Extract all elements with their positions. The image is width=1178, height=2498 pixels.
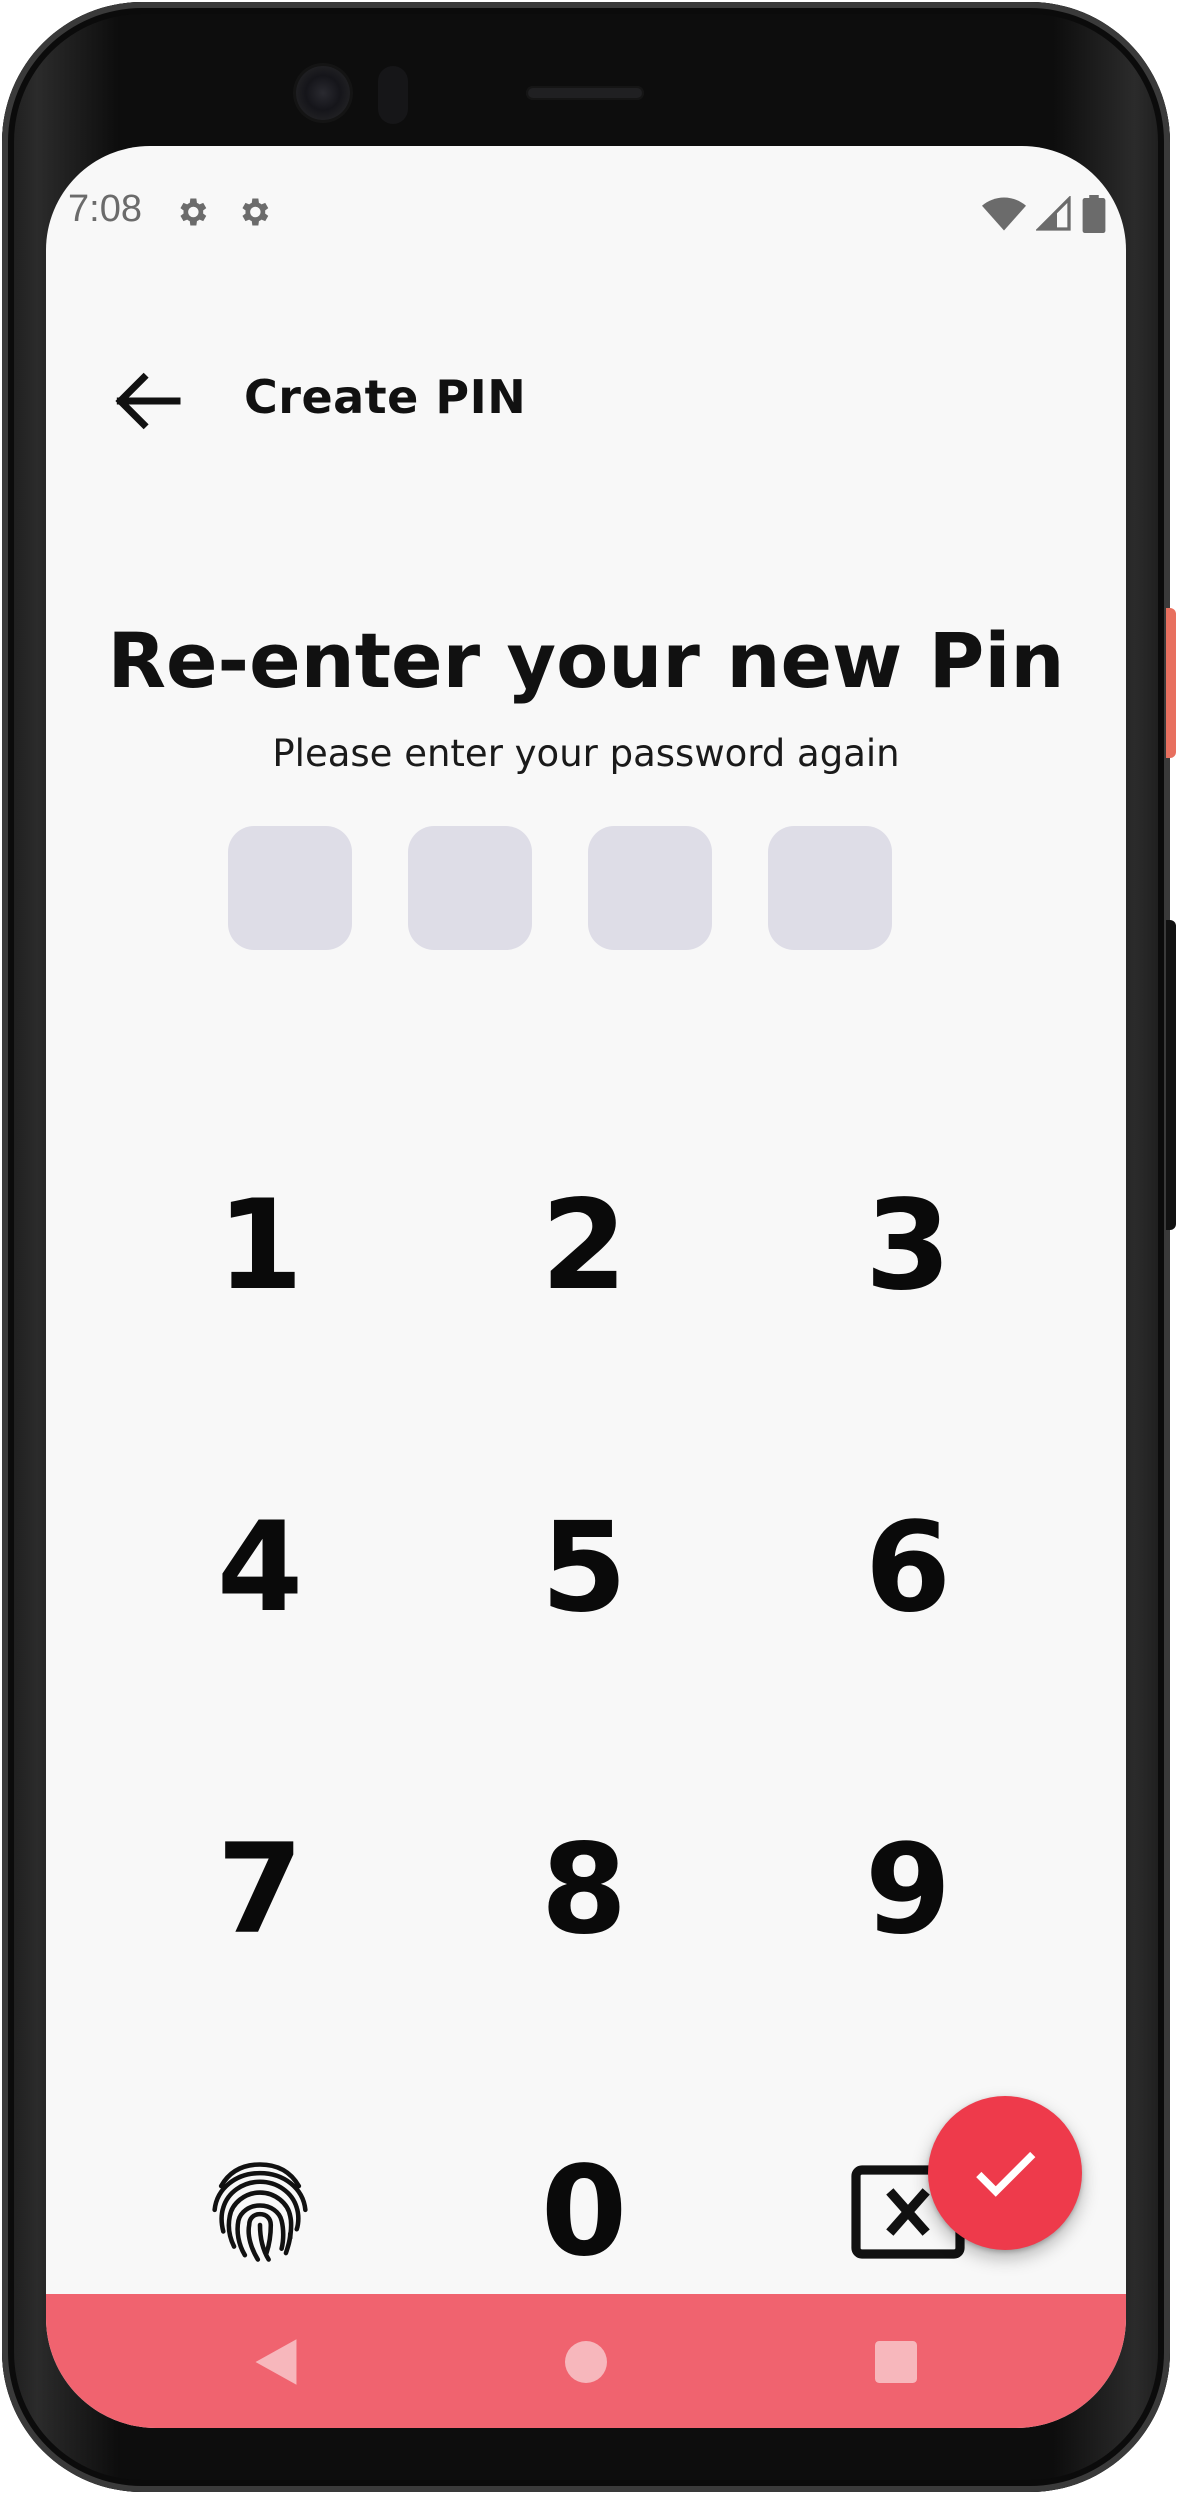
key-7[interactable]: 7 (140, 1790, 380, 1990)
back-button[interactable] (102, 356, 192, 446)
system-nav-bar (46, 2294, 1126, 2428)
back-triangle-icon (255, 2339, 297, 2385)
page-title: Create PIN (244, 370, 527, 424)
fingerprint-button[interactable] (140, 2112, 380, 2312)
key-4[interactable]: 4 (140, 1468, 380, 1668)
app-bar: Create PIN (46, 346, 1126, 456)
wifi-icon (982, 197, 1026, 231)
checkmark-icon (976, 2151, 1036, 2197)
recents-square-icon (875, 2341, 917, 2383)
nav-recents-button[interactable] (864, 2330, 928, 2394)
key-6[interactable]: 6 (788, 1468, 1028, 1668)
cell-signal-icon (1036, 196, 1071, 231)
key-0[interactable]: 0 (464, 2112, 704, 2312)
fingerprint-icon (212, 2162, 308, 2262)
key-2[interactable]: 2 (464, 1146, 704, 1346)
key-5[interactable]: 5 (464, 1468, 704, 1668)
key-9[interactable]: 9 (788, 1790, 1028, 1990)
arrow-left-icon (115, 372, 181, 430)
battery-icon (1082, 195, 1106, 233)
key-1[interactable]: 1 (140, 1146, 380, 1346)
home-circle-icon (565, 2341, 607, 2383)
pin-input[interactable] (228, 826, 892, 950)
nav-back-button[interactable] (244, 2330, 308, 2394)
power-button (1166, 608, 1176, 758)
front-camera (296, 66, 350, 120)
pin-subheading: Please enter your password again (272, 732, 900, 775)
screen: 7:08 Create PIN Re-enter your new Pin Pl… (46, 146, 1126, 2428)
status-time: 7:08 (68, 188, 142, 230)
proximity-sensor (378, 66, 408, 124)
settings-gear-icon (180, 198, 207, 226)
status-bar: 7:08 (46, 146, 1126, 278)
nav-home-button[interactable] (554, 2330, 618, 2394)
volume-button (1166, 920, 1176, 1230)
pin-heading: Re-enter your new Pin (107, 616, 1065, 705)
pin-digit-box[interactable] (408, 826, 532, 950)
status-icons (982, 194, 1106, 234)
key-3[interactable]: 3 (788, 1146, 1028, 1346)
settings-gear-icon (242, 198, 269, 226)
key-8[interactable]: 8 (464, 1790, 704, 1990)
earpiece-speaker (526, 86, 644, 100)
confirm-fab-button[interactable] (928, 2096, 1082, 2250)
pin-digit-box[interactable] (588, 826, 712, 950)
pin-digit-box[interactable] (768, 826, 892, 950)
pin-digit-box[interactable] (228, 826, 352, 950)
